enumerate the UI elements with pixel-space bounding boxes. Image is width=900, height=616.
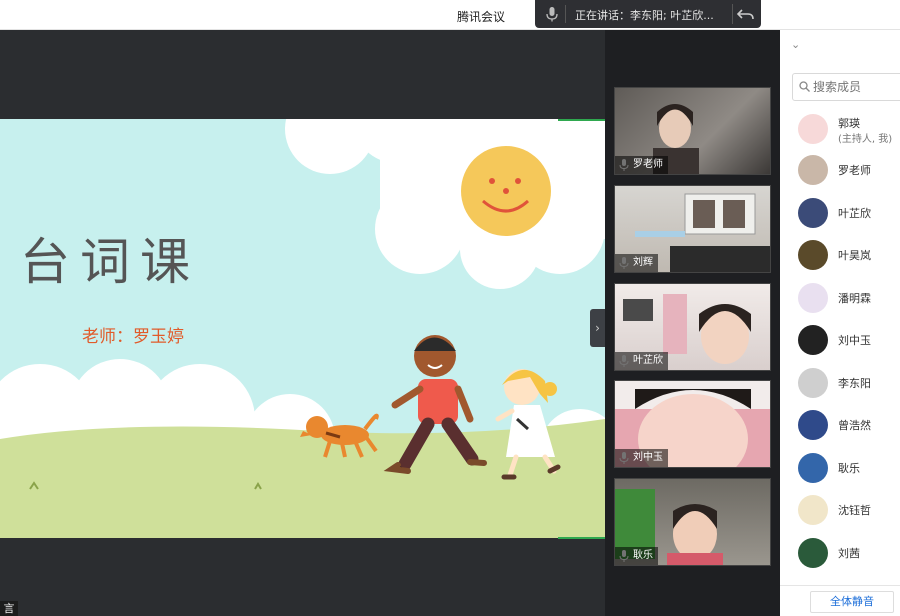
video-tile[interactable]: 罗老师 xyxy=(614,87,771,175)
participant-name: 耿乐 xyxy=(615,547,658,565)
participant-name: 刘辉 xyxy=(615,254,658,272)
app-title: 腾讯会议 xyxy=(457,10,506,24)
member-name: 刘茜 xyxy=(838,547,860,560)
mute-all-button[interactable]: 全体静音 xyxy=(810,591,894,613)
divider xyxy=(565,5,566,23)
member-name: 叶昊岚 xyxy=(838,249,871,262)
member-name: 叶芷欣 xyxy=(838,207,871,220)
return-arrow-icon[interactable] xyxy=(732,4,758,24)
member-panel-footer: 全体静音 xyxy=(780,585,900,616)
shared-screen-area: 台词课 老师：罗玉婷 › 言 xyxy=(0,30,605,616)
member-name: 郭瑛 xyxy=(838,117,860,130)
participant-name: 刘中玉 xyxy=(615,449,668,467)
video-tile[interactable]: 耿乐 xyxy=(614,478,771,566)
avatar xyxy=(798,114,828,144)
member-item[interactable]: 郭瑛 (主持人, 我) xyxy=(798,112,900,146)
avatar xyxy=(798,538,828,568)
participant-name: 罗老师 xyxy=(615,156,668,174)
member-name: 罗老师 xyxy=(838,164,871,177)
member-item[interactable]: 刘茜 xyxy=(798,536,900,570)
video-column: 罗老师 刘辉 叶芷欣 刘中玉 耿乐 xyxy=(605,30,780,616)
member-item[interactable]: 耿乐 xyxy=(798,451,900,485)
avatar xyxy=(798,495,828,525)
member-name: 曾浩然 xyxy=(838,419,871,432)
title-bar: 腾讯会议 正在讲话：李东阳; 叶芷欣... xyxy=(0,0,900,30)
member-item[interactable]: 沈钰哲 xyxy=(798,493,900,527)
avatar xyxy=(798,198,828,228)
member-name: 潘明霖 xyxy=(838,292,871,305)
member-item[interactable]: 刘中玉 xyxy=(798,323,900,357)
share-border-bottom xyxy=(558,537,605,539)
member-name: 刘中玉 xyxy=(838,334,871,347)
member-item[interactable]: 潘明霖 xyxy=(798,281,900,315)
avatar xyxy=(798,410,828,440)
member-item[interactable]: 叶芷欣 xyxy=(798,196,900,230)
avatar xyxy=(798,155,828,185)
video-tile[interactable]: 叶芷欣 xyxy=(614,283,771,371)
member-item[interactable]: 曾浩然 xyxy=(798,408,900,442)
chevron-down-icon[interactable]: ⌄ xyxy=(791,38,800,51)
member-name: 耿乐 xyxy=(838,462,860,475)
avatar xyxy=(798,240,828,270)
microphone-icon[interactable] xyxy=(543,5,561,23)
avatar xyxy=(798,283,828,313)
speaking-indicator: 正在讲话：李东阳; 叶芷欣... xyxy=(535,0,761,28)
speaking-text: 正在讲话：李东阳; 叶芷欣... xyxy=(575,9,714,22)
share-border-top xyxy=(558,119,605,121)
slide-teacher-name: 老师：罗玉婷 xyxy=(82,327,184,347)
slide-title: 台词课 xyxy=(20,233,200,291)
member-item[interactable]: 罗老师 xyxy=(798,153,900,187)
member-item[interactable]: 李东阳 xyxy=(798,366,900,400)
member-item[interactable]: 叶昊岚 xyxy=(798,238,900,272)
member-name: 沈钰哲 xyxy=(838,504,871,517)
presentation-slide: 台词课 老师：罗玉婷 xyxy=(0,119,605,538)
corner-caption: 言 xyxy=(0,601,18,616)
search-icon xyxy=(799,81,810,92)
avatar xyxy=(798,368,828,398)
avatar xyxy=(798,325,828,355)
video-tile[interactable]: 刘辉 xyxy=(614,185,771,273)
chevron-right-icon[interactable]: › xyxy=(590,309,605,347)
search-input[interactable] xyxy=(813,78,900,96)
avatar xyxy=(798,453,828,483)
member-role: (主持人, 我) xyxy=(838,134,893,145)
member-name: 李东阳 xyxy=(838,377,871,390)
member-panel: ⌄ 郭瑛 (主持人, 我) 罗老师 叶芷欣 叶昊岚 潘明霖 刘中玉 李东阳 曾浩… xyxy=(780,30,900,616)
participant-name: 叶芷欣 xyxy=(615,352,668,370)
video-tile[interactable]: 刘中玉 xyxy=(614,380,771,468)
member-search[interactable] xyxy=(792,73,900,101)
